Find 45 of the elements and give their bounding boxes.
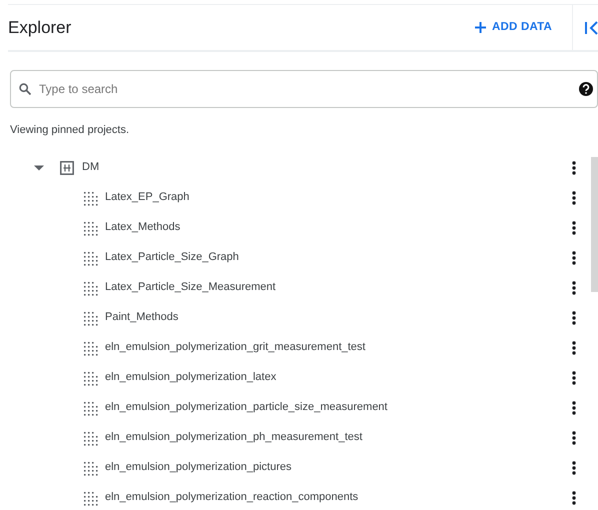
tree-item[interactable]: Latex_Particle_Size_Measurement (0, 272, 588, 302)
more-options-icon[interactable] (572, 280, 576, 294)
more-options-icon[interactable] (572, 220, 576, 234)
tree-item[interactable]: eln_emulsion_polymerization_grit_measurement_test (0, 332, 588, 362)
more-options-icon[interactable] (572, 310, 576, 324)
dataset-icon (83, 400, 99, 416)
dataset-icon (83, 340, 99, 356)
more-options-icon[interactable] (572, 490, 576, 504)
more-options-icon[interactable] (572, 250, 576, 264)
panel-title: Explorer (8, 16, 72, 39)
tree-item[interactable]: eln_emulsion_polymerization_ph_measurement_test (0, 422, 588, 452)
add-data-button[interactable]: ADD DATA (469, 14, 558, 40)
more-options-icon[interactable] (572, 400, 576, 414)
more-options-icon[interactable] (572, 190, 576, 204)
dataset-icon (83, 490, 99, 506)
search-field[interactable]: Type to search (10, 70, 598, 108)
dataset-icon (83, 190, 99, 206)
tree-item[interactable]: eln_emulsion_polymerization_reaction_components (0, 482, 588, 510)
more-options-icon[interactable] (572, 430, 576, 444)
caret-down-icon[interactable] (34, 162, 44, 172)
help-icon[interactable] (579, 82, 593, 96)
dataset-icon (83, 370, 99, 386)
dataset-icon (83, 430, 99, 446)
tree-item[interactable]: eln_emulsion_polymerization_pictures (0, 452, 588, 482)
tree-item[interactable]: Paint_Methods (0, 302, 588, 332)
dataset-icon (83, 220, 99, 236)
dataset-icon (83, 310, 99, 326)
tree-item[interactable]: eln_emulsion_polymerization_latex (0, 362, 588, 392)
more-options-icon[interactable] (572, 460, 576, 474)
dataset-icon (83, 280, 99, 296)
tree-item[interactable]: eln_emulsion_polymerization_particle_size_measurement (0, 392, 588, 422)
collapse-panel-icon[interactable] (585, 20, 598, 34)
plus-icon (475, 22, 486, 33)
tree-item[interactable]: DM (0, 152, 588, 182)
more-options-icon[interactable] (572, 160, 576, 174)
tree-item[interactable]: Latex_Particle_Size_Graph (0, 242, 588, 272)
tree-item[interactable]: Latex_Methods (0, 212, 588, 242)
info-text: Viewing pinned projects. (10, 123, 130, 138)
tree-item[interactable]: Latex_EP_Graph (0, 182, 588, 212)
more-options-icon[interactable] (572, 370, 576, 384)
dataset-icon (83, 250, 99, 266)
scrollbar-thumb[interactable] (591, 157, 598, 292)
more-options-icon[interactable] (572, 340, 576, 354)
project-icon (60, 160, 74, 174)
dataset-icon (83, 460, 99, 476)
